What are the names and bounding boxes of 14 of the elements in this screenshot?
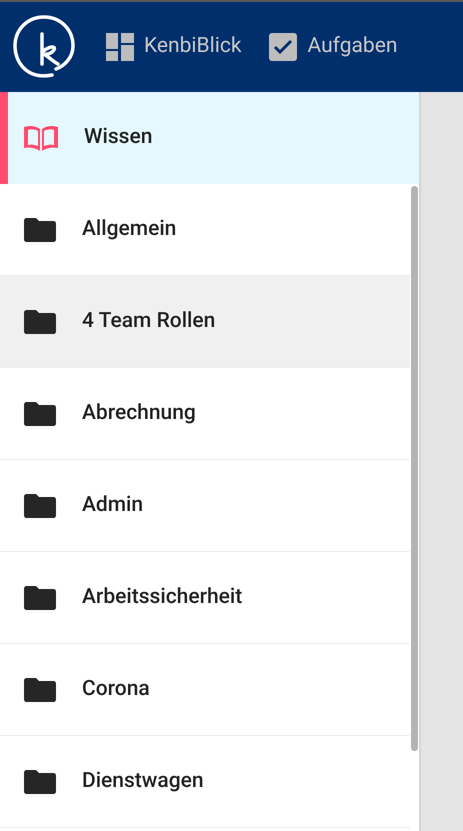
- section-item[interactable]: Wissen: [0, 92, 419, 184]
- folder-icon: [24, 678, 56, 702]
- folder-item[interactable]: 4 Team Rollen: [0, 276, 410, 368]
- folder-icon: [24, 218, 56, 242]
- nav-tab[interactable]: KenbiBlick: [106, 31, 242, 63]
- folder-icon: [24, 586, 56, 610]
- folder-icon: [24, 402, 56, 426]
- folder-icon: [24, 494, 56, 518]
- folder-icon: [24, 310, 56, 334]
- folder-icon: [24, 770, 56, 794]
- nav-tab[interactable]: Aufgaben: [269, 31, 398, 63]
- book-icon: [24, 125, 58, 151]
- dashboard-icon: [106, 33, 134, 61]
- checkbox-icon: [269, 33, 298, 61]
